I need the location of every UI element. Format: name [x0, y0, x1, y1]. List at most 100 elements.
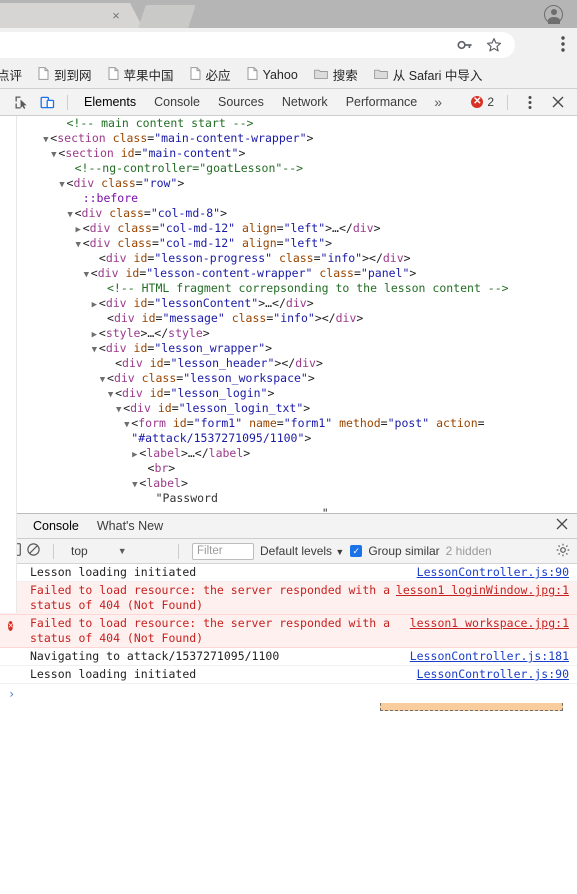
dom-token: <!-- main content start -->: [66, 116, 254, 130]
dom-node-row[interactable]: ▼ <div class="col-md-12" align="left">: [0, 236, 577, 251]
dom-node-row[interactable]: <div id="lesson_header"></div>: [0, 356, 577, 371]
dom-node-row[interactable]: <!--ng-controller="goatLesson"-->: [0, 161, 577, 176]
dom-token: >: [307, 371, 315, 385]
inspect-element-icon[interactable]: [8, 89, 34, 115]
dom-node-row[interactable]: ▼ <section class="main-content-wrapper">: [0, 131, 577, 146]
browser-menu-icon[interactable]: [561, 35, 565, 53]
drawer-close-icon[interactable]: [556, 517, 577, 535]
dom-node-row[interactable]: ▼ <section id="main-content">: [0, 146, 577, 161]
console-context-selector[interactable]: top ▼: [67, 544, 165, 558]
devtools-tab-network[interactable]: Network: [273, 89, 337, 115]
password-key-icon[interactable]: [457, 38, 473, 52]
console-message-source-link[interactable]: LessonController.js:181: [410, 649, 577, 664]
browser-tab[interactable]: ×: [0, 3, 143, 28]
dom-token: <!--ng-controller="goatLesson"-->: [74, 161, 304, 175]
dom-token: ::before: [82, 191, 139, 205]
dom-token: <: [115, 356, 123, 370]
console-prompt[interactable]: ›: [0, 684, 577, 703]
dom-token: [235, 236, 242, 250]
bookmark-item-6[interactable]: 从 Safari 中导入: [366, 63, 491, 86]
dom-node-row[interactable]: ▼ <form id="form1" name="form1" method="p…: [0, 416, 577, 431]
close-icon[interactable]: ×: [109, 9, 123, 23]
dom-node-row[interactable]: ▼ <div class="lesson_workspace">: [0, 371, 577, 386]
bookmark-label: 苹果中国: [123, 69, 174, 83]
console-context-label: top: [71, 544, 88, 558]
drawer-tab-what-s-new[interactable]: What's New: [88, 514, 172, 539]
console-message-source-link[interactable]: lesson1 workspace.jpg:1: [410, 616, 577, 631]
clear-console-icon[interactable]: [27, 543, 40, 559]
devtools-tab-elements[interactable]: Elements: [75, 89, 145, 115]
bookmark-item-0[interactable]: 点评: [0, 63, 30, 86]
console-message-text: Navigating to attack/1537271095/1100: [30, 649, 280, 663]
dom-node-row[interactable]: <br>: [0, 461, 577, 476]
console-settings-gear-icon[interactable]: [556, 543, 570, 560]
dom-token: style: [105, 326, 141, 340]
dom-node-row[interactable]: <!-- main content start -->: [0, 116, 577, 131]
console-message-text: Lesson loading initiated: [30, 565, 197, 579]
bookmark-item-3[interactable]: 必应: [182, 63, 239, 86]
console-message-source-link[interactable]: LessonController.js:90: [417, 667, 577, 682]
drawer-tab-console[interactable]: Console: [24, 514, 88, 539]
group-similar-label[interactable]: Group similar: [368, 544, 439, 558]
dom-node-row[interactable]: ▼ <div class="col-md-8">: [0, 206, 577, 221]
bookmark-item-2[interactable]: 苹果中国: [100, 63, 182, 86]
dom-token: style: [168, 326, 203, 340]
dom-token: div: [122, 386, 143, 400]
dom-token: div: [73, 176, 95, 190]
group-similar-checkbox[interactable]: ✓: [350, 545, 363, 557]
dom-node-row[interactable]: ::before: [0, 191, 577, 206]
dom-node-row[interactable]: ▼ <div id="lesson_login">: [0, 386, 577, 401]
dom-token: div: [81, 206, 103, 220]
dom-node-row[interactable]: <div id="lesson-progress" class="info"><…: [0, 251, 577, 266]
console-levels-label: Default levels: [260, 544, 333, 558]
dom-token: [151, 401, 158, 415]
error-icon: ✕: [471, 96, 484, 108]
dom-node-row[interactable]: ▼ <div class="row">: [0, 176, 577, 191]
dom-token: method: [339, 416, 381, 430]
dom-node-row[interactable]: "#attack/1537271095/1100">: [0, 431, 577, 446]
device-toolbar-icon[interactable]: [34, 89, 60, 115]
log-icon: [8, 649, 24, 650]
bookmark-item-5[interactable]: 搜索: [306, 63, 366, 86]
drawer-tab-bar: Console What's New: [0, 514, 577, 539]
dom-token: id: [120, 146, 135, 160]
console-filter-input[interactable]: Filter: [192, 542, 254, 560]
address-bar[interactable]: [0, 32, 515, 58]
new-tab-button[interactable]: [138, 5, 196, 28]
dom-node-row[interactable]: ▼ <div id="lesson-content-wrapper" class=…: [0, 266, 577, 281]
dom-node-row[interactable]: "Password: [0, 491, 577, 506]
error-count-badge[interactable]: ✕ 2: [467, 95, 498, 109]
dom-node-row[interactable]: ▼ <label>: [0, 476, 577, 491]
devtools-menu-icon[interactable]: [517, 89, 543, 115]
dom-node-row[interactable]: <!-- HTML fragment correpsonding to the …: [0, 281, 577, 296]
dom-token: =: [353, 266, 361, 280]
devtools-tab-sources[interactable]: Sources: [209, 89, 273, 115]
devtools-close-icon[interactable]: [545, 89, 571, 115]
dom-token: >: [403, 251, 411, 265]
dom-node-row[interactable]: ▶ <style>…</style>: [0, 326, 577, 341]
dom-node-row[interactable]: ▶ <label>…</label>: [0, 446, 577, 461]
dom-node-row[interactable]: ▶ <div id="lessonContent">…</div>: [0, 296, 577, 311]
dom-token: "lesson_wrapper": [154, 341, 266, 355]
dom-token: label: [146, 446, 181, 460]
console-levels-dropdown[interactable]: Default levels ▼: [260, 544, 344, 558]
bookmark-star-icon[interactable]: [486, 37, 502, 53]
dom-token: "col-md-12": [158, 221, 236, 235]
more-tabs-icon[interactable]: »: [426, 94, 450, 110]
devtools-tab-performance[interactable]: Performance: [337, 89, 427, 115]
bookmark-item-1[interactable]: 到到网: [30, 63, 100, 86]
chevron-down-icon: ▼: [117, 546, 127, 556]
console-message-source-link[interactable]: LessonController.js:90: [417, 565, 577, 580]
console-message-source-link[interactable]: lesson1 loginWindow.jpg:1: [396, 583, 577, 598]
dom-node-row[interactable]: <div id="message" class="info"></div>: [0, 311, 577, 326]
dom-token: "col-md-8": [150, 206, 221, 220]
profile-avatar-icon[interactable]: [544, 5, 563, 24]
bookmark-item-4[interactable]: Yahoo: [239, 65, 306, 85]
dom-node-row[interactable]: ▼ <div id="lesson_wrapper">: [0, 341, 577, 356]
dom-token: align: [242, 221, 277, 235]
dom-token: >: [220, 206, 227, 220]
dom-node-row[interactable]: ▶ <div class="col-md-12" align="left">…</…: [0, 221, 577, 236]
devtools-tab-console[interactable]: Console: [145, 89, 209, 115]
page-icon: [247, 66, 258, 83]
dom-node-row[interactable]: ▼ <div id="lesson_login_txt">: [0, 401, 577, 416]
